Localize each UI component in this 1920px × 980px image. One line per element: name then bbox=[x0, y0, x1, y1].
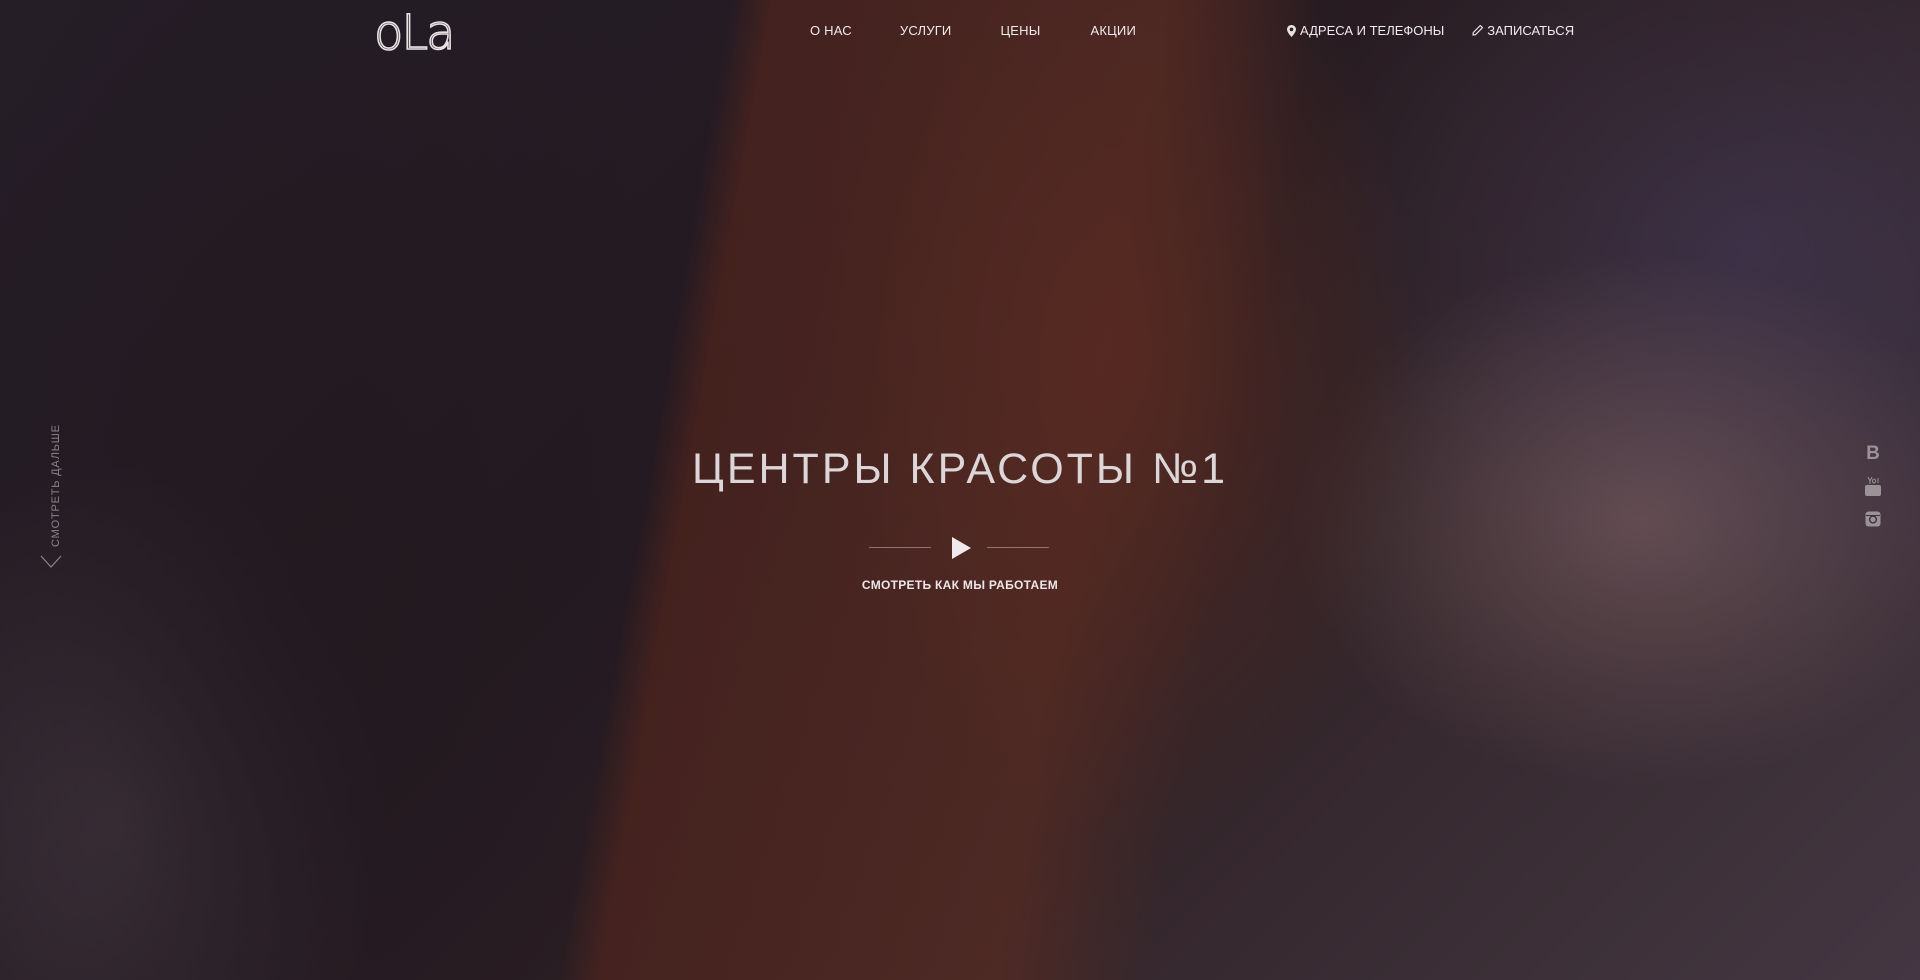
nav-about[interactable]: О НАС bbox=[810, 23, 852, 38]
svg-text:oLa: oLa bbox=[374, 8, 454, 54]
nav-services[interactable]: УСЛУГИ bbox=[900, 23, 952, 38]
logo[interactable]: oLa bbox=[374, 8, 478, 54]
social-links: B bbox=[1862, 443, 1884, 532]
chevron-down-icon bbox=[40, 555, 62, 568]
hero-title: ЦЕНТРЫ КРАСОТЫ №1 bbox=[692, 445, 1228, 493]
youtube-icon[interactable] bbox=[1865, 476, 1881, 503]
main-nav: О НАС УСЛУГИ ЦЕНЫ АКЦИИ bbox=[810, 23, 1136, 38]
signup-label: ЗАПИСАТЬСЯ bbox=[1487, 23, 1575, 38]
divider-line-left bbox=[869, 547, 931, 548]
vk-icon[interactable]: B bbox=[1866, 443, 1880, 469]
divider-line-right bbox=[987, 547, 1049, 548]
location-pin-icon bbox=[1287, 24, 1296, 37]
site-header: oLa О НАС УСЛУГИ ЦЕНЫ АКЦИИ АДРЕСА И ТЕЛ… bbox=[0, 0, 1920, 62]
instagram-icon[interactable] bbox=[1865, 511, 1881, 532]
play-icon[interactable] bbox=[949, 535, 973, 561]
play-video-control bbox=[869, 533, 1049, 563]
addresses-link[interactable]: АДРЕСА И ТЕЛЕФОНЫ bbox=[1287, 23, 1444, 38]
addresses-label: АДРЕСА И ТЕЛЕФОНЫ bbox=[1300, 23, 1445, 38]
play-video-caption[interactable]: СМОТРЕТЬ КАК МЫ РАБОТАЕМ bbox=[0, 578, 1920, 592]
nav-prices[interactable]: ЦЕНЫ bbox=[1000, 23, 1040, 38]
scroll-down-hint[interactable]: СМОТРЕТЬ ДАЛЬШЕ bbox=[38, 424, 62, 577]
header-actions: АДРЕСА И ТЕЛЕФОНЫ ЗАПИСАТЬСЯ bbox=[1287, 23, 1574, 38]
signup-link[interactable]: ЗАПИСАТЬСЯ bbox=[1472, 23, 1574, 38]
nav-promotions[interactable]: АКЦИИ bbox=[1090, 23, 1136, 38]
pencil-icon bbox=[1472, 25, 1484, 36]
scroll-hint-text: СМОТРЕТЬ ДАЛЬШЕ bbox=[50, 424, 62, 547]
